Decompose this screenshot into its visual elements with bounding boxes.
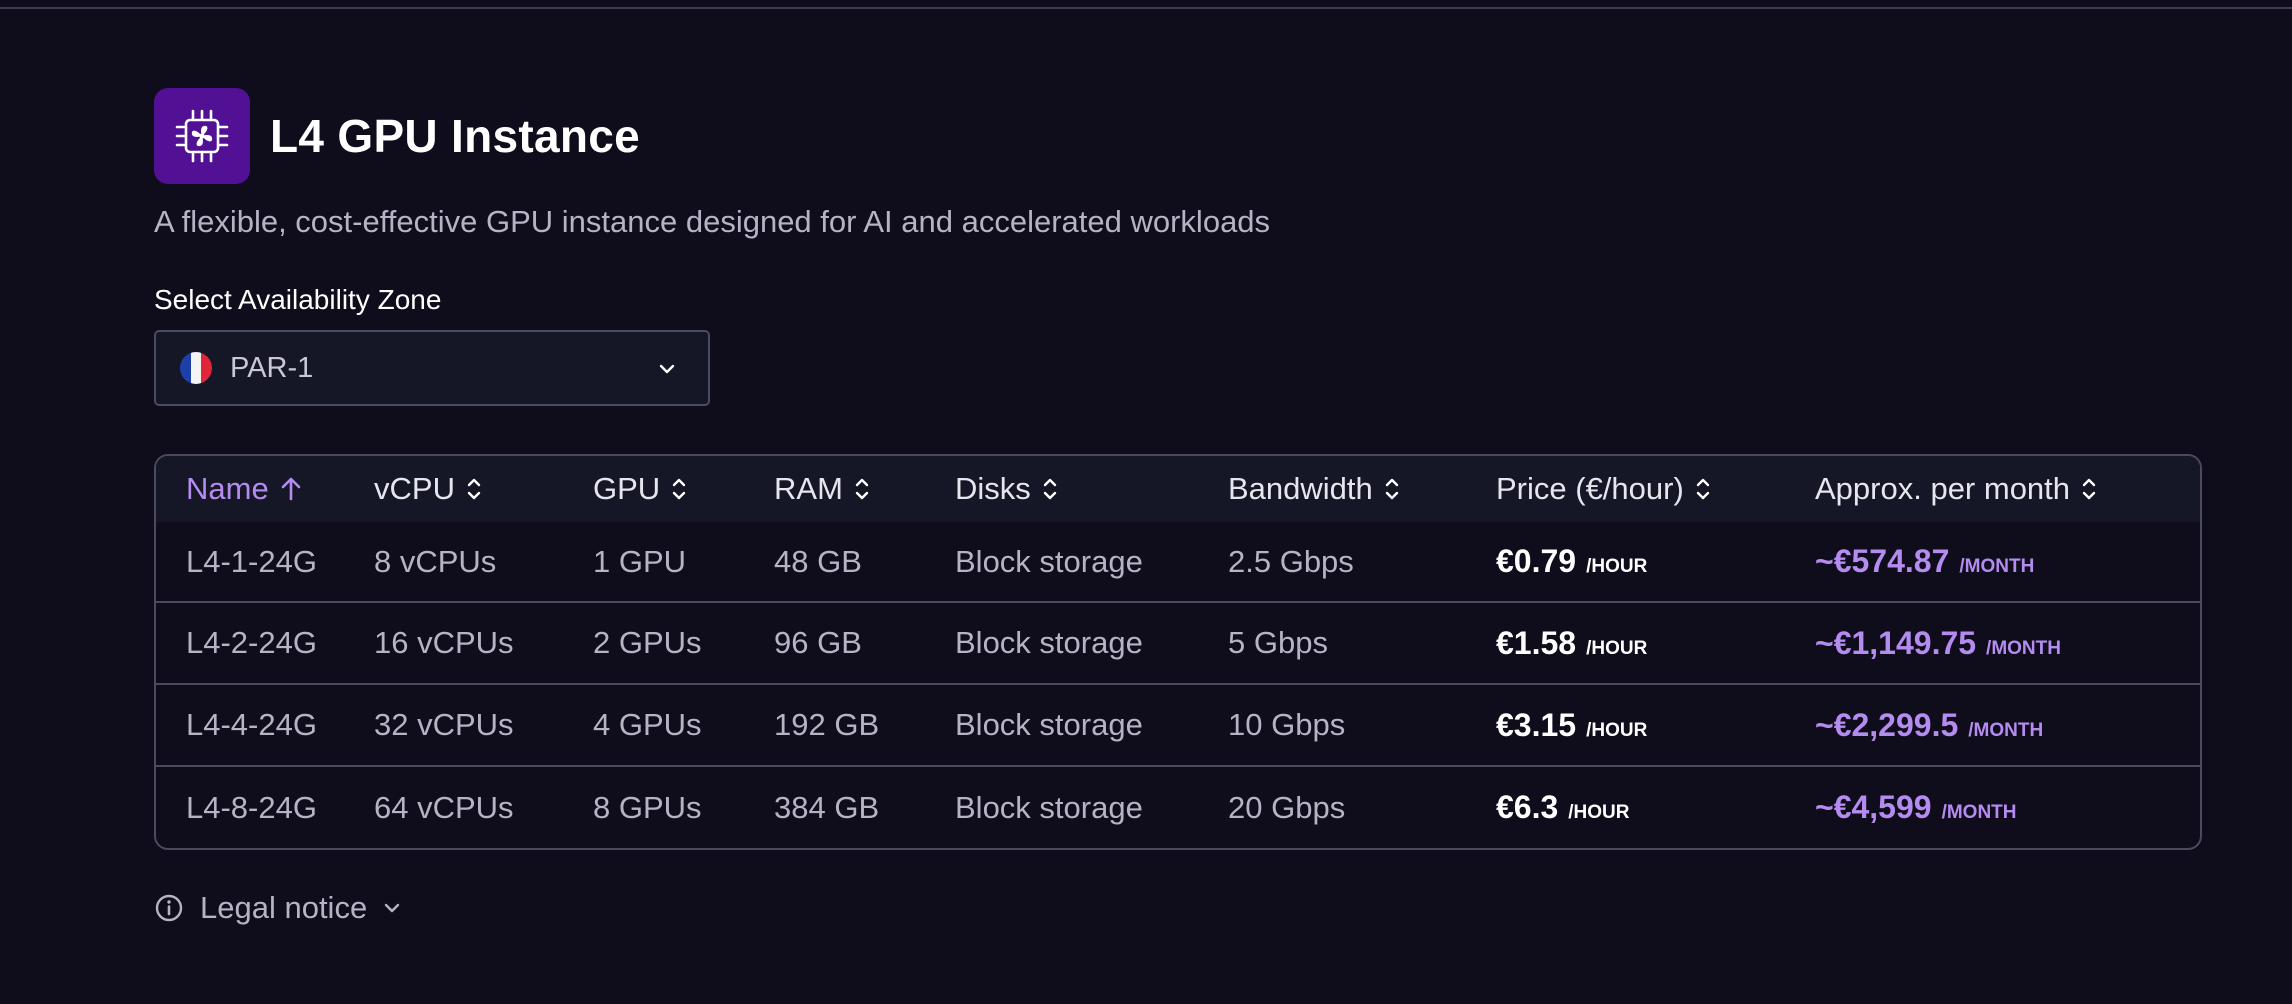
table-row: L4-1-24G 8 vCPUs 1 GPU 48 GB Block stora… — [156, 522, 2200, 602]
instance-card: L4 GPU Instance A flexible, cost-effecti… — [154, 88, 2202, 928]
france-flag-icon — [180, 352, 212, 384]
cell-name: L4-8-24G — [186, 789, 317, 825]
column-header-price[interactable]: Price (€/hour) — [1496, 456, 1815, 522]
price-unit: /HOUR — [1586, 556, 1648, 577]
sort-icon — [465, 475, 483, 503]
instance-table: Name vCPU GPU RAM Disks Bandwidth Price … — [154, 454, 2202, 850]
cell-bandwidth: 2.5 Gbps — [1228, 543, 1354, 579]
cell-monthly: ~€574.87/MONTH — [1815, 522, 2200, 602]
column-label: Name — [186, 471, 269, 506]
column-header-disks[interactable]: Disks — [955, 456, 1228, 522]
zone-selected-value: PAR-1 — [230, 351, 314, 384]
price-unit: /HOUR — [1586, 719, 1648, 741]
column-label: Disks — [955, 471, 1031, 506]
column-label: RAM — [774, 471, 843, 506]
column-header-vcpu[interactable]: vCPU — [374, 456, 593, 522]
sort-icon — [2080, 475, 2098, 503]
info-icon — [154, 893, 184, 923]
sort-icon — [853, 475, 871, 503]
sort-icon — [1694, 475, 1712, 503]
cell-vcpu: 8 vCPUs — [374, 543, 497, 579]
top-divider — [0, 7, 2292, 9]
cell-ram: 192 GB — [774, 707, 880, 742]
chevron-down-icon — [381, 897, 403, 919]
column-label: Approx. per month — [1815, 471, 2071, 506]
cell-ram: 96 GB — [774, 625, 862, 660]
cell-disks: Block storage — [955, 625, 1143, 660]
cell-disks: Block storage — [955, 543, 1143, 579]
cell-monthly: ~€1,149.75/MONTH — [1815, 602, 2200, 684]
monthly-value: ~€1,149.75 — [1815, 624, 1977, 661]
monthly-unit: /MONTH — [1959, 556, 2035, 577]
column-label: vCPU — [374, 471, 455, 506]
cell-gpu: 8 GPUs — [593, 789, 702, 825]
cell-vcpu: 16 vCPUs — [374, 625, 514, 660]
monthly-value: ~€574.87 — [1815, 543, 1950, 579]
product-header: L4 GPU Instance — [154, 88, 2202, 184]
gpu-chip-icon — [154, 88, 250, 184]
column-header-name[interactable]: Name — [156, 456, 374, 522]
table-row: L4-4-24G 32 vCPUs 4 GPUs 192 GB Block st… — [156, 684, 2200, 766]
cell-price: €6.3/HOUR — [1496, 766, 1815, 848]
cell-price: €3.15/HOUR — [1496, 684, 1815, 766]
sort-icon — [1041, 475, 1059, 503]
arrow-up-icon — [279, 476, 303, 502]
price-value: €0.79 — [1496, 543, 1577, 579]
cell-name: L4-2-24G — [186, 625, 317, 660]
cell-gpu: 4 GPUs — [593, 707, 702, 742]
cell-disks: Block storage — [955, 707, 1143, 742]
chevron-down-icon — [656, 358, 678, 385]
column-header-gpu[interactable]: GPU — [593, 456, 774, 522]
sort-icon — [1383, 475, 1401, 503]
cell-name: L4-1-24G — [186, 543, 317, 579]
cell-ram: 384 GB — [774, 789, 880, 825]
price-unit: /HOUR — [1568, 802, 1630, 823]
table-header-row: Name vCPU GPU RAM Disks Bandwidth Price … — [156, 456, 2200, 522]
availability-zone-select[interactable]: PAR-1 — [154, 330, 710, 406]
monthly-unit: /MONTH — [1968, 719, 2044, 741]
cell-bandwidth: 20 Gbps — [1228, 789, 1346, 825]
price-value: €1.58 — [1496, 624, 1577, 661]
column-header-ram[interactable]: RAM — [774, 456, 955, 522]
monthly-value: ~€2,299.5 — [1815, 706, 1959, 743]
column-label: Bandwidth — [1228, 471, 1373, 506]
cell-gpu: 1 GPU — [593, 543, 687, 579]
table-row: L4-2-24G 16 vCPUs 2 GPUs 96 GB Block sto… — [156, 602, 2200, 684]
monthly-unit: /MONTH — [1986, 637, 2061, 659]
cell-disks: Block storage — [955, 789, 1143, 825]
sort-icon — [670, 475, 688, 503]
column-header-monthly[interactable]: Approx. per month — [1815, 456, 2200, 522]
legal-notice-toggle[interactable]: Legal notice — [154, 890, 403, 926]
column-label: Price (€/hour) — [1496, 471, 1684, 506]
legal-notice-label: Legal notice — [200, 890, 368, 925]
column-label: GPU — [593, 471, 661, 506]
cell-price: €1.58/HOUR — [1496, 602, 1815, 684]
cell-bandwidth: 10 Gbps — [1228, 707, 1346, 742]
monthly-unit: /MONTH — [1941, 802, 2017, 823]
price-value: €3.15 — [1496, 706, 1577, 743]
cell-bandwidth: 5 Gbps — [1228, 625, 1328, 660]
cell-price: €0.79/HOUR — [1496, 522, 1815, 602]
monthly-value: ~€4,599 — [1815, 789, 1932, 825]
cell-gpu: 2 GPUs — [593, 625, 702, 660]
product-title: L4 GPU Instance — [270, 110, 641, 162]
cell-vcpu: 64 vCPUs — [374, 789, 514, 825]
column-header-bandwidth[interactable]: Bandwidth — [1228, 456, 1496, 522]
cell-name: L4-4-24G — [186, 707, 317, 742]
price-value: €6.3 — [1496, 789, 1559, 825]
price-unit: /HOUR — [1586, 637, 1648, 659]
cell-ram: 48 GB — [774, 543, 862, 579]
table-row: L4-8-24G 64 vCPUs 8 GPUs 384 GB Block st… — [156, 766, 2200, 848]
zone-label: Select Availability Zone — [154, 284, 442, 315]
cell-vcpu: 32 vCPUs — [374, 707, 514, 742]
cell-monthly: ~€2,299.5/MONTH — [1815, 684, 2200, 766]
product-subtitle: A flexible, cost-effective GPU instance … — [154, 204, 1271, 239]
cell-monthly: ~€4,599/MONTH — [1815, 766, 2200, 848]
